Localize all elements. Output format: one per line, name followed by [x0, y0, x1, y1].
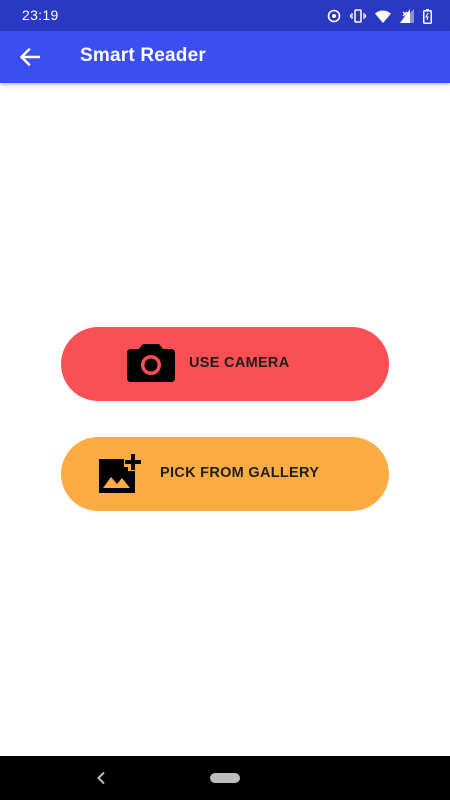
- page-title: Smart Reader: [80, 45, 206, 66]
- status-icons: [327, 6, 432, 26]
- wifi-icon: [375, 10, 391, 23]
- battery-icon: [423, 8, 432, 24]
- vibrate-icon: [350, 9, 366, 23]
- navigation-bar: [0, 756, 450, 800]
- use-camera-label: USE CAMERA: [189, 355, 290, 371]
- status-time: 23:19: [22, 7, 59, 23]
- sync-icon: [327, 9, 341, 23]
- use-camera-button[interactable]: USE CAMERA: [61, 327, 389, 401]
- chevron-left-icon: [96, 771, 106, 785]
- add-photo-icon: [99, 453, 145, 493]
- camera-icon: [127, 344, 175, 382]
- arrow-back-icon: [20, 48, 40, 66]
- smart-reader-screen: 23:19 Smart Reader USE CAMERA PICK FROM …: [0, 0, 450, 800]
- nav-back-button[interactable]: [92, 767, 110, 789]
- app-bar: Smart Reader: [0, 31, 450, 83]
- back-button[interactable]: [10, 37, 50, 77]
- home-pill-icon[interactable]: [210, 773, 240, 783]
- pick-from-gallery-label: PICK FROM GALLERY: [160, 465, 320, 481]
- pick-from-gallery-button[interactable]: PICK FROM GALLERY: [61, 437, 389, 511]
- cellular-no-data-icon: [400, 9, 414, 23]
- status-bar: 23:19: [0, 0, 450, 31]
